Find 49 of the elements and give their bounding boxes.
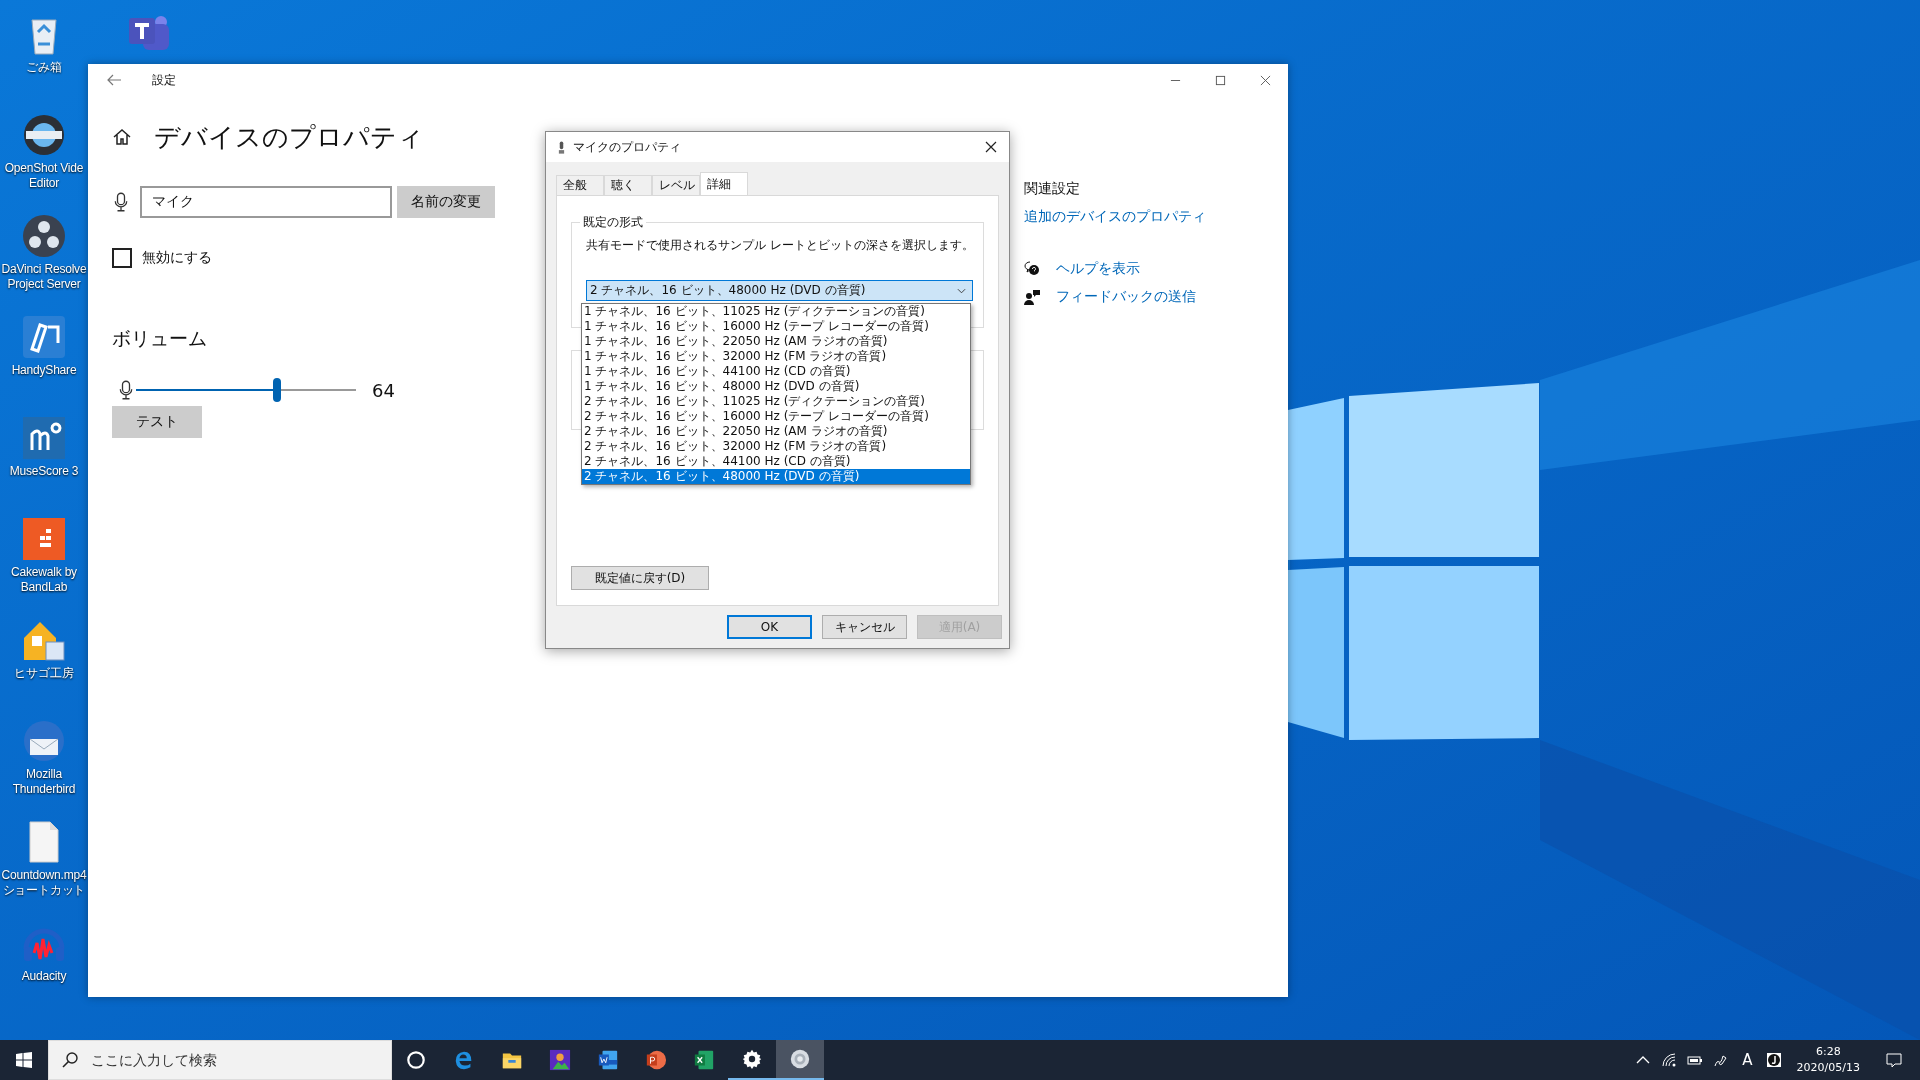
icon-label: Audacity (21, 969, 67, 984)
volume-value: 64 (372, 379, 395, 401)
related-link[interactable]: 追加のデバイスのプロパティ (1024, 208, 1206, 226)
icon-label: Mozilla Thunderbird (12, 767, 76, 797)
dialog-button[interactable]: OK (727, 615, 812, 639)
dropdown-option[interactable]: 2 チャネル、16 ビット、48000 Hz (DVD の音質) (582, 469, 970, 484)
dropdown-option[interactable]: 1 チャネル、16 ビット、48000 Hz (DVD の音質) (582, 379, 970, 394)
tab[interactable]: レベル (652, 175, 700, 195)
dropdown-option[interactable]: 1 チャネル、16 ビット、32000 Hz (FM ラジオの音質) (582, 349, 970, 364)
test-button[interactable]: テスト (112, 406, 202, 438)
icon-label: ヒサゴ工房 (14, 666, 74, 681)
help-link[interactable]: ヘルプを表示 (1056, 260, 1140, 278)
section-heading: 関連設定 (1024, 180, 1080, 198)
search-field[interactable]: ここに入力して検索 (48, 1040, 392, 1080)
dropdown-option[interactable]: 2 チャネル、16 ビット、44100 Hz (CD の音質) (582, 454, 970, 469)
clock-time[interactable]: 6:28 (1815, 1044, 1841, 1060)
format-dropdown[interactable]: 2 チャネル、16 ビット、48000 Hz (DVD の音質) (586, 280, 973, 301)
page-heading: デバイスのプロパティ (154, 120, 424, 154)
restore-default-button[interactable]: 既定値に戻す(D) (571, 566, 709, 590)
icon-label: Countdown.mp4 ショートカット (1, 868, 87, 898)
dropdown-option[interactable]: 2 チャネル、16 ビット、16000 Hz (テープ レコーダーの音質) (582, 409, 970, 424)
dropdown-option[interactable]: 1 チャネル、16 ビット、44100 Hz (CD の音質) (582, 364, 970, 379)
window-title: 設定 (152, 71, 176, 89)
window-title: マイクのプロパティ (573, 138, 681, 156)
checkbox-label: 無効にする (142, 249, 212, 267)
dropdown-option[interactable]: 1 チャネル、16 ビット、11025 Hz (ディクテーションの音質) (582, 304, 970, 319)
icon-label: ごみ箱 (26, 60, 62, 75)
dropdown-option[interactable]: 1 チャネル、16 ビット、22050 Hz (AM ラジオの音質) (582, 334, 970, 349)
group-label: 既定の形式 (580, 214, 646, 231)
dropdown-option[interactable]: 2 チャネル、16 ビット、32000 Hz (FM ラジオの音質) (582, 439, 970, 454)
tab[interactable]: 詳細 (700, 172, 748, 195)
tab[interactable]: 全般 (556, 175, 604, 195)
rename-button[interactable]: 名前の変更 (397, 186, 495, 218)
dropdown-option[interactable]: 1 チャネル、16 ビット、16000 Hz (テープ レコーダーの音質) (582, 319, 970, 334)
clock-date[interactable]: 2020/05/13 (1796, 1060, 1860, 1076)
section-heading: ボリューム (112, 326, 207, 351)
dialog-button[interactable]: キャンセル (822, 615, 907, 639)
icon-label: Cakewalk by BandLab (11, 565, 77, 595)
dropdown-option[interactable]: 2 チャネル、16 ビット、11025 Hz (ディクテーションの音質) (582, 394, 970, 409)
icon-label: OpenShot Vide Editor (4, 161, 84, 191)
description: 共有モードで使用されるサンプル レートとビットの深さを選択します。 (586, 237, 973, 254)
tab[interactable]: 聴く (604, 175, 652, 195)
help-link[interactable]: フィードバックの送信 (1056, 288, 1196, 306)
icon-label: MuseScore 3 (9, 464, 79, 479)
dropdown-option[interactable]: 2 チャネル、16 ビット、22050 Hz (AM ラジオの音質) (582, 424, 970, 439)
icon-label: HandyShare (11, 363, 77, 378)
ime-indicator[interactable]: A (1742, 1051, 1753, 1069)
icon-label: DaVinci Resolve Project Server (1, 262, 87, 292)
name-field[interactable]: マイク (140, 186, 392, 218)
